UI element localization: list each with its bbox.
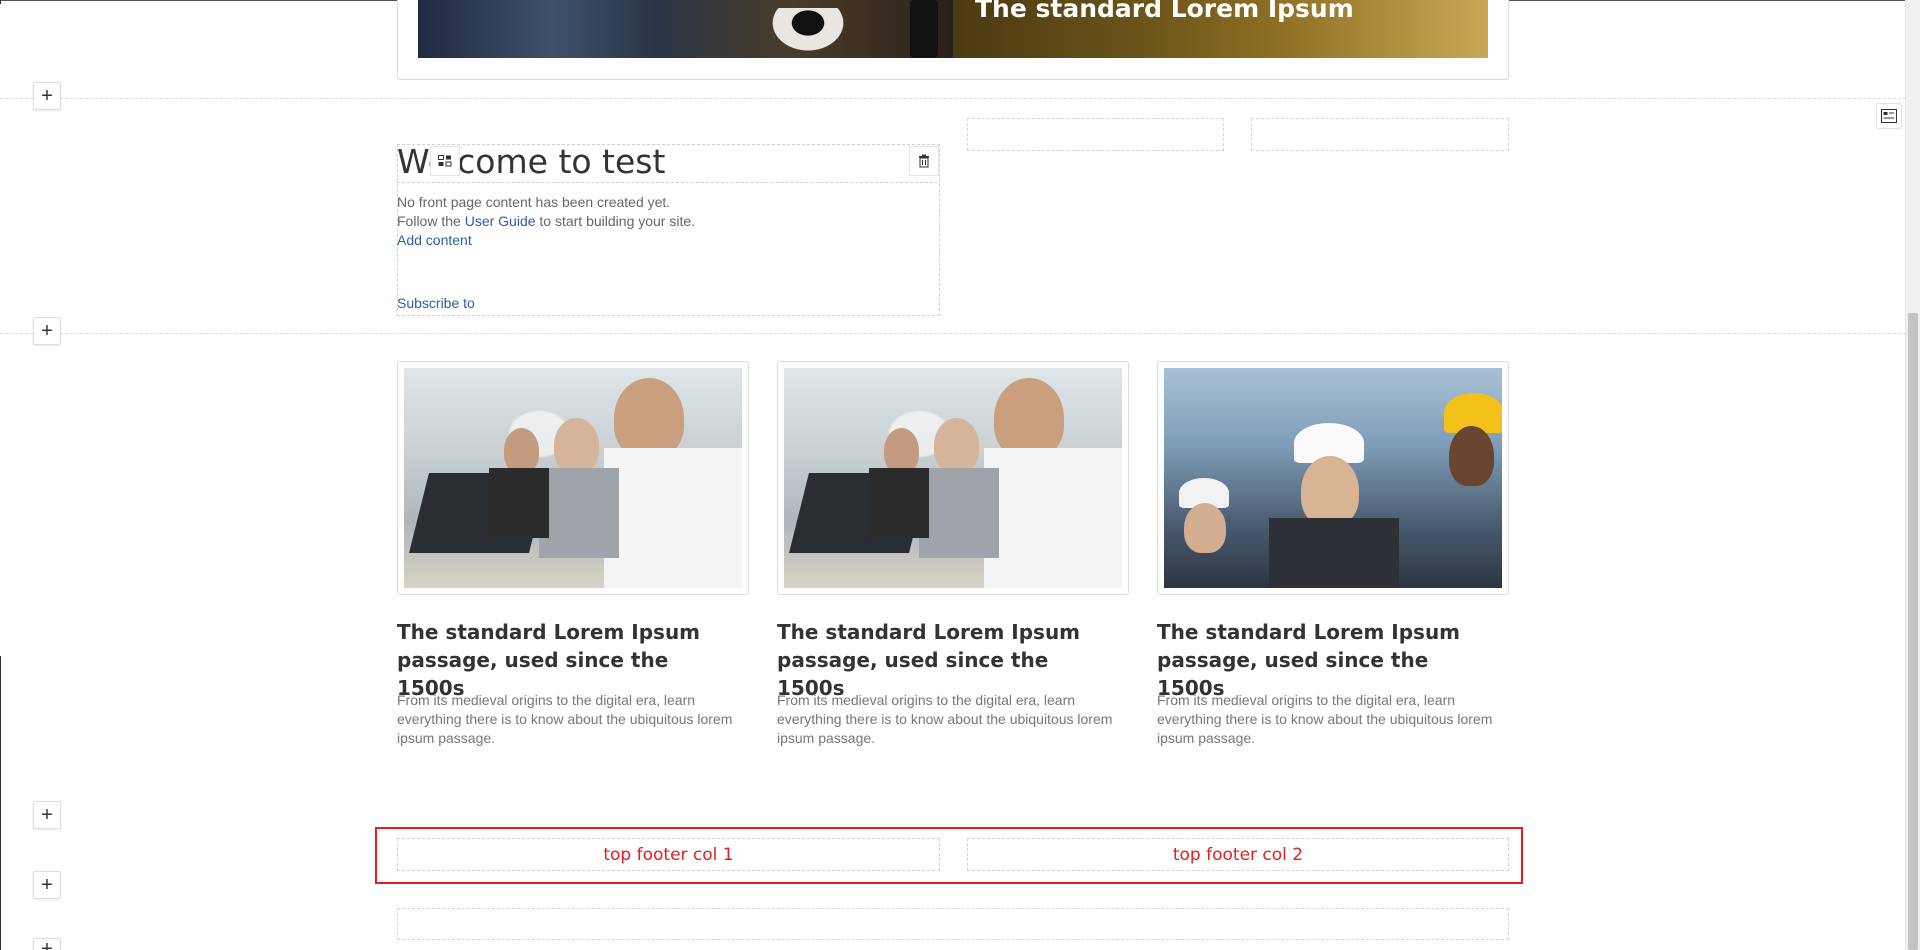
section-divider — [0, 98, 1906, 99]
phone-graphic — [910, 0, 938, 58]
office-team-photo — [784, 368, 1122, 588]
user-guide-link[interactable]: User Guide — [465, 213, 536, 229]
card-description: From its medieval origins to the digital… — [777, 692, 1113, 746]
card-description: From its medieval origins to the digital… — [1157, 692, 1493, 746]
card-image-frame[interactable] — [1157, 361, 1509, 595]
welcome-line-2-suffix: to start building your site. — [535, 213, 696, 229]
welcome-line-1: No front page content has been created y… — [397, 194, 671, 210]
empty-block[interactable] — [967, 118, 1224, 151]
office-team-photo — [404, 368, 742, 588]
scrollbar-thumb[interactable] — [1908, 313, 1918, 950]
welcome-line-2-prefix: Follow the — [397, 213, 465, 229]
add-content-link[interactable]: Add content — [397, 232, 472, 248]
vertical-scrollbar[interactable] — [1905, 0, 1920, 950]
layout-settings-icon[interactable] — [1876, 103, 1902, 129]
card-title[interactable]: The standard Lorem Ipsum passage, used s… — [397, 618, 737, 702]
left-edge — [0, 656, 1, 950]
left-edge — [0, 0, 1, 4]
add-section-button[interactable]: + — [33, 801, 61, 829]
top-footer-col-2[interactable]: top footer col 2 — [967, 838, 1509, 871]
section-divider — [0, 333, 1906, 334]
card-title[interactable]: The standard Lorem Ipsum passage, used s… — [777, 618, 1117, 702]
card-image-frame[interactable] — [397, 361, 749, 595]
add-section-button[interactable]: + — [33, 938, 61, 950]
empty-block[interactable] — [397, 908, 1509, 940]
coffee-cup-graphic — [763, 8, 853, 58]
hero-image-coffee — [418, 0, 953, 58]
construction-team-photo — [1164, 368, 1502, 588]
block-configure-icon[interactable] — [430, 146, 460, 176]
welcome-text: No front page content has been created y… — [397, 193, 695, 250]
subscribe-link[interactable]: Subscribe to — [397, 295, 475, 311]
card-title[interactable]: The standard Lorem Ipsum passage, used s… — [1157, 618, 1497, 702]
top-footer-col-1[interactable]: top footer col 1 — [397, 838, 940, 871]
page: The standard Lorem Ipsum + Welcome to te… — [0, 0, 1920, 950]
card-image-frame[interactable] — [777, 361, 1129, 595]
add-section-button[interactable]: + — [33, 317, 61, 345]
add-section-button[interactable]: + — [33, 82, 61, 110]
welcome-line-2: Follow the User Guide to start building … — [397, 212, 695, 231]
card-description: From its medieval origins to the digital… — [397, 692, 733, 746]
trash-icon[interactable] — [909, 146, 939, 176]
add-section-button[interactable]: + — [33, 871, 61, 899]
hero-title: The standard Lorem Ipsum — [975, 0, 1354, 23]
empty-block[interactable] — [1251, 118, 1509, 151]
